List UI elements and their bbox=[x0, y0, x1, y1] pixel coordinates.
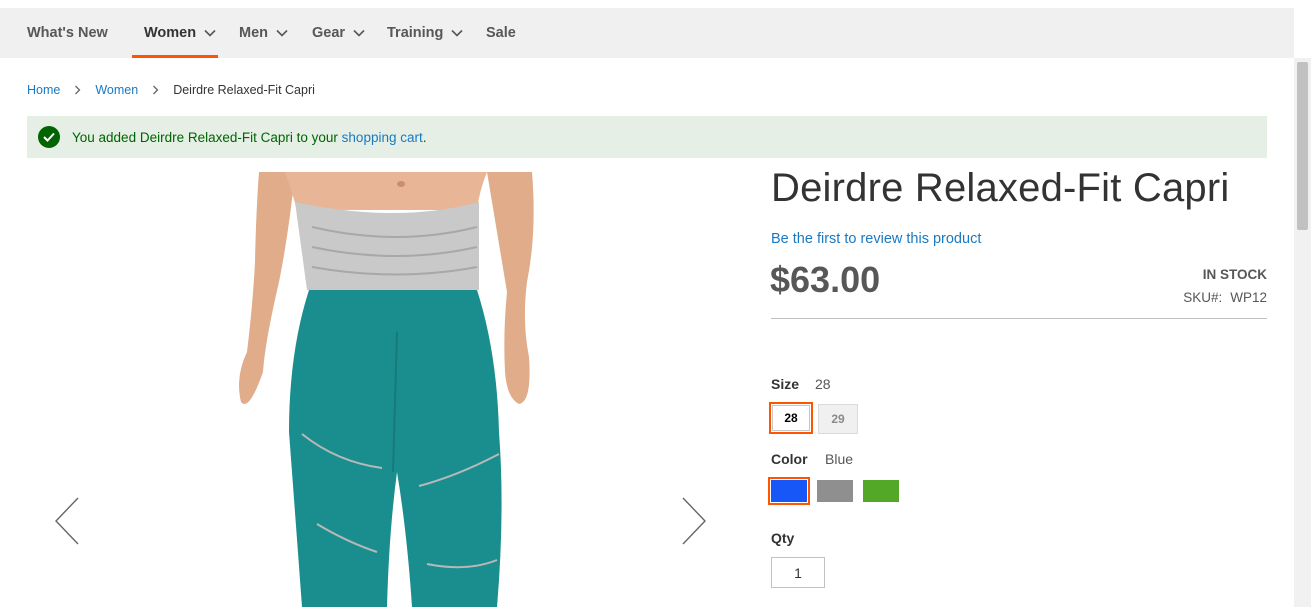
breadcrumb-home-link[interactable]: Home bbox=[27, 83, 60, 97]
nav-item-gear[interactable]: Gear bbox=[312, 8, 365, 58]
product-title: Deirdre Relaxed-Fit Capri bbox=[771, 166, 1230, 210]
sku-value: WP12 bbox=[1230, 290, 1267, 305]
success-message: You added Deirdre Relaxed-Fit Capri to y… bbox=[27, 116, 1267, 158]
color-swatch-green[interactable] bbox=[863, 480, 899, 502]
color-swatch-blue[interactable] bbox=[768, 477, 810, 505]
qty-input[interactable] bbox=[771, 557, 825, 588]
product-gallery[interactable] bbox=[27, 172, 734, 607]
sku-label: SKU#: bbox=[1183, 290, 1223, 305]
scrollbar-thumb[interactable] bbox=[1297, 62, 1308, 230]
shopping-cart-link[interactable]: shopping cart bbox=[342, 130, 423, 145]
size-label: Size bbox=[771, 376, 800, 392]
nav-item-label: Sale bbox=[486, 25, 516, 41]
success-message-suffix: . bbox=[422, 129, 427, 145]
qty-label: Qty bbox=[771, 530, 795, 546]
product-price: $63.00 bbox=[770, 259, 881, 300]
product-image bbox=[239, 172, 534, 607]
size-swatch-28[interactable]: 28 bbox=[769, 402, 813, 434]
nav-item-sale[interactable]: Sale bbox=[486, 8, 516, 58]
active-nav-underline bbox=[132, 55, 218, 58]
review-link[interactable]: Be the first to review this product bbox=[771, 231, 981, 247]
chevron-down-icon bbox=[276, 29, 288, 37]
nav-item-men[interactable]: Men bbox=[239, 8, 288, 58]
divider bbox=[771, 318, 1267, 319]
nav-item-label: Training bbox=[387, 25, 444, 41]
chevron-right-icon bbox=[74, 85, 81, 95]
nav-item-training[interactable]: Training bbox=[387, 8, 463, 58]
color-selected-value: Blue bbox=[825, 451, 854, 467]
size-swatch-29[interactable]: 29 bbox=[818, 404, 858, 434]
chevron-down-icon bbox=[353, 29, 365, 37]
chevron-down-icon bbox=[451, 29, 463, 37]
gallery-next-arrow[interactable] bbox=[681, 496, 707, 551]
nav-item-women[interactable]: Women bbox=[132, 8, 218, 58]
breadcrumb-category-link[interactable]: Women bbox=[95, 83, 138, 97]
top-navigation: What's New Women Men Gear Training Sale bbox=[0, 8, 1294, 58]
breadcrumb: Home Women Deirdre Relaxed-Fit Capri bbox=[27, 83, 315, 97]
nav-item-label: What's New bbox=[27, 25, 108, 41]
product-sku: SKU#: WP12 bbox=[1183, 290, 1267, 305]
stock-status: In stock bbox=[1202, 267, 1267, 282]
nav-item-label: Men bbox=[239, 25, 268, 41]
breadcrumb-current: Deirdre Relaxed-Fit Capri bbox=[173, 83, 315, 97]
gallery-previous-arrow[interactable] bbox=[54, 496, 80, 551]
checkmark-icon bbox=[38, 126, 60, 148]
success-message-text: You added Deirdre Relaxed-Fit Capri to y… bbox=[72, 129, 338, 145]
color-swatch-gray[interactable] bbox=[817, 480, 853, 502]
nav-item-label: Gear bbox=[312, 25, 346, 41]
nav-item-label: Women bbox=[144, 25, 197, 41]
color-label: Color bbox=[771, 451, 808, 467]
page-scrollbar[interactable] bbox=[1294, 58, 1311, 607]
size-selected-value: 28 bbox=[815, 376, 831, 392]
chevron-right-icon bbox=[152, 85, 159, 95]
nav-item-whats-new[interactable]: What's New bbox=[27, 8, 108, 58]
chevron-down-icon bbox=[204, 29, 216, 37]
